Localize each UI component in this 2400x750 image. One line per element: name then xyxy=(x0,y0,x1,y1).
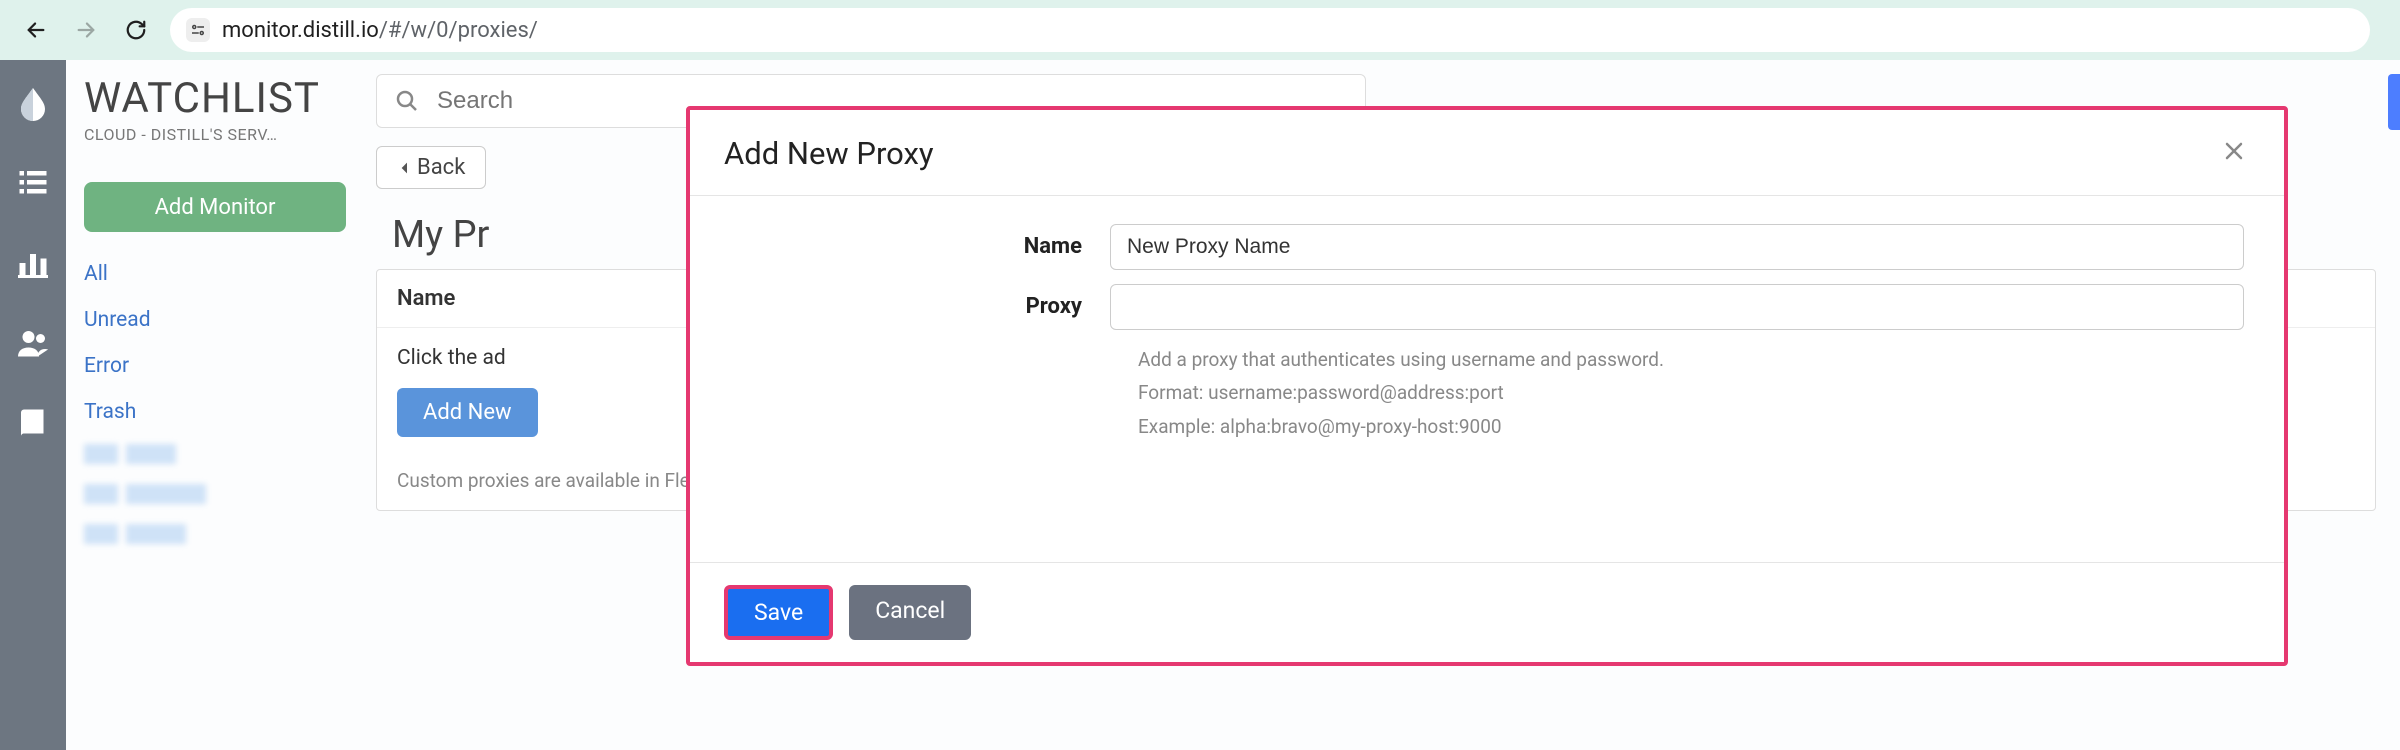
help-line-3: Example: alpha:bravo@my-proxy-host:9000 xyxy=(1138,411,2244,442)
close-icon[interactable] xyxy=(2218,132,2250,175)
url-text: monitor.distill.io/#/w/0/proxies/ xyxy=(222,18,538,43)
page-title: WATCHLIST xyxy=(84,74,358,123)
back-button[interactable]: Back xyxy=(376,146,486,189)
name-label: Name xyxy=(730,224,1110,259)
icon-rail xyxy=(0,60,66,750)
right-indicator xyxy=(2388,74,2400,130)
proxy-name-input[interactable] xyxy=(1110,224,2244,270)
filter-trash[interactable]: Trash xyxy=(84,400,358,424)
cancel-button[interactable]: Cancel xyxy=(849,585,971,640)
users-icon[interactable] xyxy=(14,324,52,362)
modal-title: Add New Proxy xyxy=(724,135,934,172)
reload-button[interactable] xyxy=(120,14,152,46)
filter-all[interactable]: All xyxy=(84,262,358,286)
filter-unread[interactable]: Unread xyxy=(84,308,358,332)
logo-icon[interactable] xyxy=(14,84,52,122)
help-line-2: Format: username:password@address:port xyxy=(1138,377,2244,408)
forward-nav-button[interactable] xyxy=(70,14,102,46)
book-icon[interactable] xyxy=(14,404,52,442)
back-nav-button[interactable] xyxy=(20,14,52,46)
add-new-proxy-button[interactable]: Add New xyxy=(397,388,538,437)
site-settings-icon[interactable] xyxy=(186,18,210,42)
add-monitor-button[interactable]: Add Monitor xyxy=(84,182,346,232)
chart-icon[interactable] xyxy=(14,244,52,282)
help-line-1: Add a proxy that authenticates using use… xyxy=(1138,344,2244,375)
list-icon[interactable] xyxy=(14,164,52,202)
proxy-address-input[interactable] xyxy=(1110,284,2244,330)
page-subtitle: CLOUD - DISTILL'S SERV… xyxy=(84,125,358,144)
add-proxy-modal: Add New Proxy Name Proxy Add a proxy tha… xyxy=(686,106,2288,666)
address-bar[interactable]: monitor.distill.io/#/w/0/proxies/ xyxy=(170,8,2370,52)
browser-toolbar: monitor.distill.io/#/w/0/proxies/ xyxy=(0,0,2400,60)
search-icon xyxy=(395,89,419,113)
back-button-label: Back xyxy=(417,155,465,180)
save-button[interactable]: Save xyxy=(724,585,833,640)
proxy-label: Proxy xyxy=(730,284,1110,319)
filter-error[interactable]: Error xyxy=(84,354,358,378)
